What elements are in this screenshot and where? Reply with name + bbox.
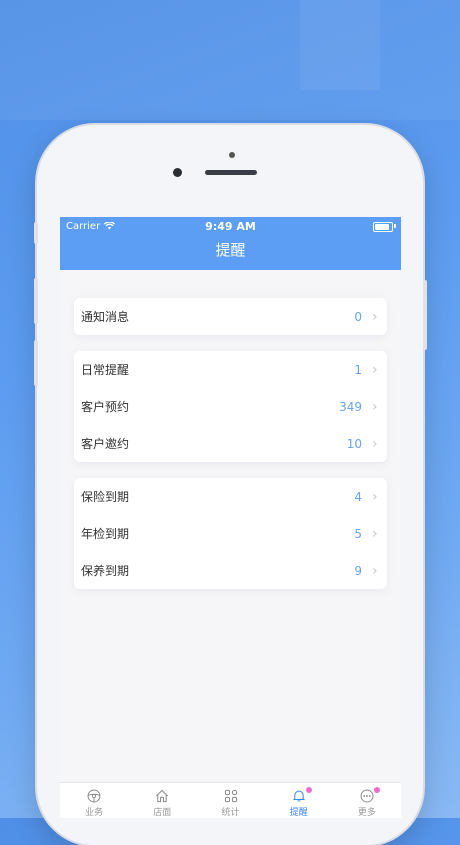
page-title: 提醒 — [215, 241, 246, 259]
chevron-right-icon: › — [372, 308, 378, 325]
list-item-customer-invitation[interactable]: 客户邀约 10 › — [74, 425, 387, 462]
list-item-label: 保养到期 — [81, 564, 130, 578]
list-item-label: 客户邀约 — [81, 437, 130, 451]
mute-switch — [34, 222, 38, 244]
home-icon — [156, 789, 169, 803]
chevron-right-icon: › — [372, 435, 378, 452]
battery-icon — [373, 222, 393, 232]
volume-up-button — [34, 278, 38, 324]
battery-tip — [394, 224, 396, 228]
tab-label: 提醒 — [289, 808, 308, 818]
front-camera — [173, 168, 182, 177]
background-band — [0, 0, 460, 120]
grid-icon — [224, 789, 237, 803]
list-item-insurance-expiry[interactable]: 保险到期 4 › — [74, 478, 387, 515]
tab-more[interactable]: 更多 — [333, 783, 401, 818]
list-item-inspection-expiry[interactable]: 年检到期 5 › — [74, 515, 387, 552]
reminder-group: 日常提醒 1 › 客户预约 349 › 客户邀约 10 › — [74, 351, 387, 462]
expiry-group: 保险到期 4 › 年检到期 5 › 保养到期 9 › — [74, 478, 387, 589]
list-item-label: 年检到期 — [81, 527, 130, 541]
background-block — [300, 0, 380, 90]
list-item-label: 客户预约 — [81, 400, 130, 414]
steering-wheel-icon — [87, 789, 101, 803]
list-item-customer-appointment[interactable]: 客户预约 349 › — [74, 388, 387, 425]
earpiece-speaker — [205, 170, 257, 175]
list-item-count: 5 — [354, 526, 362, 541]
tab-statistics[interactable]: 统计 — [196, 783, 264, 818]
chevron-right-icon: › — [372, 525, 378, 542]
notification-group: 通知消息 0 › — [74, 298, 387, 335]
chevron-right-icon: › — [372, 361, 378, 378]
list-item-label: 保险到期 — [81, 490, 130, 504]
list-item-count: 4 — [354, 489, 362, 504]
list-item-daily-reminder[interactable]: 日常提醒 1 › — [74, 351, 387, 388]
list-item-count: 349 — [339, 399, 362, 414]
chevron-right-icon: › — [372, 398, 378, 415]
tab-label: 店面 — [153, 808, 172, 818]
app-screen: Carrier 9:49 AM 提醒 通知消息 0 › 日常提醒 1 › 客户预… — [60, 217, 401, 818]
list-item-count: 1 — [354, 362, 362, 377]
notification-badge — [305, 787, 312, 793]
navigation-bar: Carrier 9:49 AM 提醒 — [60, 217, 401, 270]
list-item-label: 通知消息 — [81, 310, 130, 324]
list-item-count: 10 — [346, 436, 362, 451]
tab-reminders[interactable]: 提醒 — [265, 783, 333, 818]
list-item-maintenance-expiry[interactable]: 保养到期 9 › — [74, 552, 387, 589]
tab-bar: 业务 店面 统计 提醒 更多 — [60, 782, 401, 818]
tab-business[interactable]: 业务 — [60, 783, 128, 818]
list-item-count: 9 — [354, 563, 362, 578]
tab-label: 统计 — [221, 808, 240, 818]
list-item-count: 0 — [354, 309, 362, 324]
status-time: 9:49 AM — [205, 219, 256, 233]
power-button — [423, 280, 427, 350]
status-bar: Carrier 9:49 AM — [60, 217, 401, 235]
volume-down-button — [34, 340, 38, 386]
tab-label: 业务 — [85, 808, 104, 818]
notification-badge — [373, 787, 380, 793]
tab-label: 更多 — [357, 808, 376, 818]
list-item-notifications[interactable]: 通知消息 0 › — [74, 298, 387, 335]
chevron-right-icon: › — [372, 488, 378, 505]
chevron-right-icon: › — [372, 562, 378, 579]
tab-store[interactable]: 店面 — [128, 783, 196, 818]
front-sensor — [229, 152, 235, 158]
list-item-label: 日常提醒 — [81, 363, 130, 377]
